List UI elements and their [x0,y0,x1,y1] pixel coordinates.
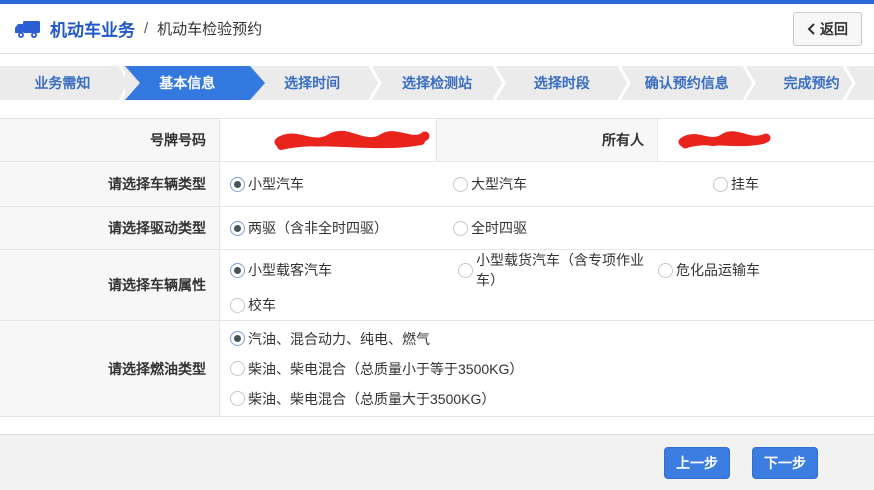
radio-two-wheel-drive[interactable] [230,221,245,236]
radio-option-diesel-under-3500kg[interactable]: 柴油、柴电混合（总质量小于等于3500KG） [230,359,523,379]
radio-option-two-wheel-drive[interactable]: 两驱（含非全时四驱） [230,218,453,238]
fuel-option-line-2: 柴油、柴电混合（总质量小于等于3500KG） [230,354,523,384]
page-title: 机动车业务 [50,16,135,41]
fuel-option-line-1: 汽油、混合动力、纯电、燃气 [230,324,430,354]
wizard-steps: 业务需知 基本信息 选择时间 选择检测站 选择时段 确认预约信息 完成预约 [0,66,874,100]
back-button-label: 返回 [820,19,848,39]
appointment-form: 号牌号码 所有人 请选择车辆类型 小型汽车 大型汽车 [0,118,874,417]
step-separator-icon [842,66,856,100]
radio-option-trailer[interactable]: 挂车 [713,174,759,194]
step-select-station[interactable]: 选择检测站 [375,66,500,100]
plate-number-value [220,119,437,161]
step-select-timeslot[interactable]: 选择时段 [499,66,624,100]
breadcrumb-current: 机动车检验预约 [157,18,262,39]
truck-icon [14,18,42,40]
fuel-option-line-3: 柴油、柴电混合（总质量大于3500KG） [230,384,495,414]
attribute-options-line-2: 校车 [230,290,276,320]
radio-gasoline-hybrid-electric-gas[interactable] [230,331,245,346]
radio-option-diesel-over-3500kg[interactable]: 柴油、柴电混合（总质量大于3500KG） [230,389,495,409]
step-select-time[interactable]: 选择时间 [250,66,375,100]
row-drive-type: 请选择驱动类型 两驱（含非全时四驱） 全时四驱 [0,207,874,250]
radio-trailer[interactable] [713,177,728,192]
plate-redaction-scribble [273,127,431,153]
row-fuel-type: 请选择燃油类型 汽油、混合动力、纯电、燃气 柴油、柴电混合（总质量小于等于350… [0,321,874,417]
attribute-options-line-1: 小型载客汽车 小型载货汽车（含专项作业车） 危化品运输车 [230,250,760,290]
radio-diesel-under-3500kg[interactable] [230,361,245,376]
radio-option-small-car[interactable]: 小型汽车 [230,174,453,194]
radio-option-large-car[interactable]: 大型汽车 [453,174,713,194]
radio-option-hazmat-transport[interactable]: 危化品运输车 [658,260,760,280]
radio-school-bus[interactable] [230,298,245,313]
radio-small-passenger[interactable] [230,263,245,278]
vehicle-type-label: 请选择车辆类型 [0,162,220,206]
back-chevron-icon [807,23,815,35]
vehicle-attribute-options: 小型载客汽车 小型载货汽车（含专项作业车） 危化品运输车 校车 [220,250,874,320]
step-basic-info[interactable]: 基本信息 [125,66,250,100]
radio-diesel-over-3500kg[interactable] [230,391,245,406]
radio-option-small-passenger[interactable]: 小型载客汽车 [230,260,458,280]
back-button[interactable]: 返回 [793,12,862,46]
plate-number-label: 号牌号码 [0,119,220,161]
radio-small-car[interactable] [230,177,245,192]
radio-option-school-bus[interactable]: 校车 [230,295,276,315]
drive-type-label: 请选择驱动类型 [0,207,220,249]
radio-large-car[interactable] [453,177,468,192]
step-complete[interactable]: 完成预约 [749,66,874,100]
step-service-notice[interactable]: 业务需知 [0,66,125,100]
form-footer: 上一步 下一步 [0,434,874,490]
fuel-type-label: 请选择燃油类型 [0,321,220,416]
row-vehicle-type: 请选择车辆类型 小型汽车 大型汽车 挂车 [0,162,874,207]
drive-type-options: 两驱（含非全时四驱） 全时四驱 [220,207,874,249]
radio-option-full-time-4wd[interactable]: 全时四驱 [453,218,527,238]
radio-hazmat-transport[interactable] [658,263,673,278]
previous-step-button[interactable]: 上一步 [664,447,730,479]
radio-option-small-cargo[interactable]: 小型载货汽车（含专项作业车） [458,250,658,290]
breadcrumb-separator: / [144,20,148,37]
next-step-button[interactable]: 下一步 [752,447,818,479]
owner-redaction-scribble [678,128,773,152]
row-vehicle-attribute: 请选择车辆属性 小型载客汽车 小型载货汽车（含专项作业车） 危化品运输车 [0,250,874,321]
page-header: 机动车业务 / 机动车检验预约 返回 [0,4,874,54]
radio-full-time-4wd[interactable] [453,221,468,236]
fuel-type-options: 汽油、混合动力、纯电、燃气 柴油、柴电混合（总质量小于等于3500KG） 柴油、… [220,321,874,416]
owner-value [658,119,874,161]
radio-small-cargo[interactable] [458,263,473,278]
step-confirm-info[interactable]: 确认预约信息 [624,66,749,100]
vehicle-type-options: 小型汽车 大型汽车 挂车 [220,162,874,206]
radio-option-gasoline-hybrid-electric-gas[interactable]: 汽油、混合动力、纯电、燃气 [230,329,430,349]
row-plate-owner: 号牌号码 所有人 [0,119,874,162]
vehicle-attribute-label: 请选择车辆属性 [0,250,220,320]
owner-label: 所有人 [437,119,658,161]
